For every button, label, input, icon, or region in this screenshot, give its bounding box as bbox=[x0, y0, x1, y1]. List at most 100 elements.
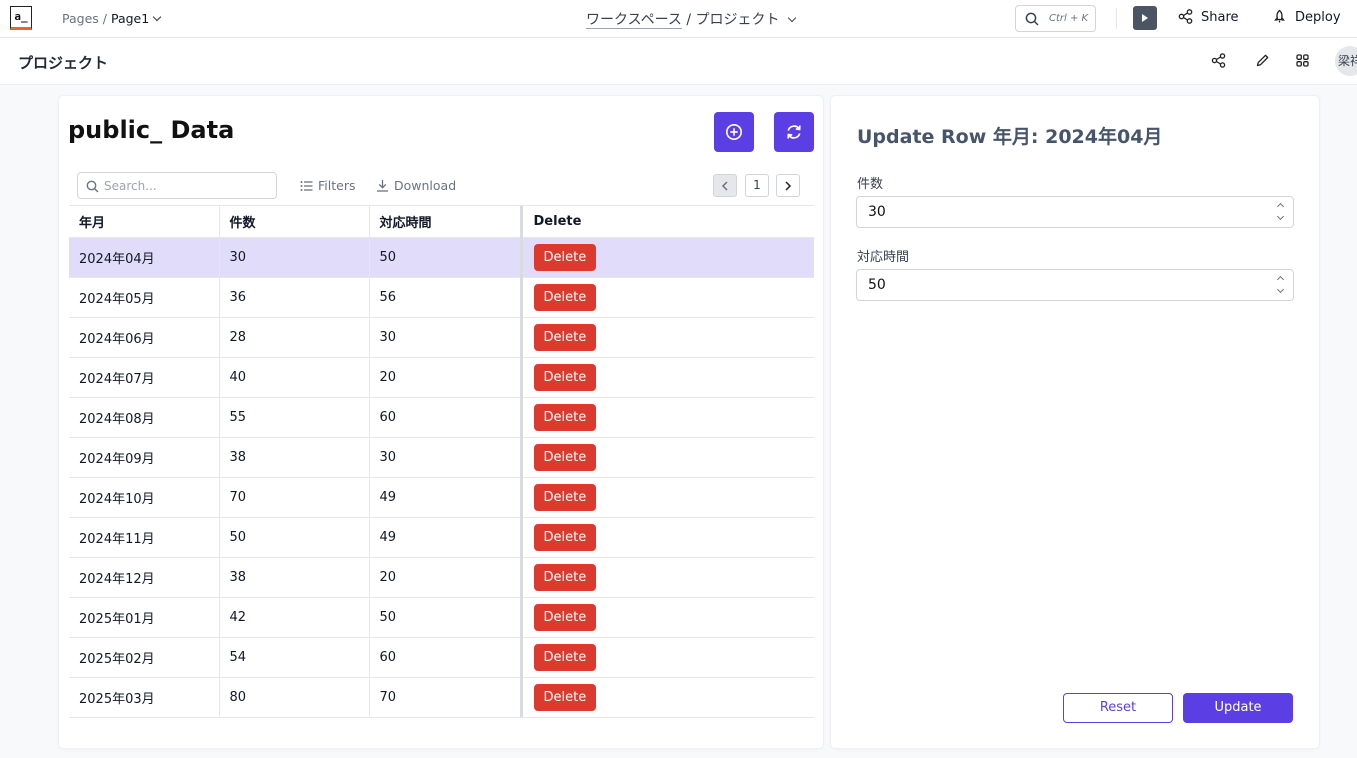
delete-row-button[interactable]: Delete bbox=[533, 643, 597, 671]
cell-time[interactable]: 50 bbox=[369, 597, 523, 638]
cell-month[interactable]: 2025年02月 bbox=[69, 637, 220, 678]
table-row[interactable]: 2025年02月 54 60 Delete bbox=[69, 637, 814, 678]
add-row-button[interactable] bbox=[714, 112, 754, 152]
project-name[interactable]: プロジェクト bbox=[696, 12, 780, 28]
download-button[interactable]: Download bbox=[376, 178, 456, 193]
update-button[interactable]: Update bbox=[1183, 693, 1293, 723]
cell-month[interactable]: 2024年10月 bbox=[69, 477, 220, 518]
cell-month[interactable]: 2025年01月 bbox=[69, 597, 220, 638]
chevron-up-icon[interactable] bbox=[1276, 275, 1285, 284]
cell-count[interactable]: 38 bbox=[219, 557, 370, 598]
workspace-separator: / bbox=[686, 12, 692, 28]
reset-button[interactable]: Reset bbox=[1063, 693, 1173, 723]
table-row[interactable]: 2024年08月 55 60 Delete bbox=[69, 397, 814, 438]
app-logo[interactable]: a_ bbox=[10, 6, 32, 30]
delete-row-button[interactable]: Delete bbox=[533, 403, 597, 431]
table-row[interactable]: 2024年05月 36 56 Delete bbox=[69, 277, 814, 318]
table-row[interactable]: 2024年09月 38 30 Delete bbox=[69, 437, 814, 478]
cell-time[interactable]: 50 bbox=[369, 237, 523, 278]
cell-count[interactable]: 80 bbox=[219, 677, 370, 718]
page-breadcrumb[interactable]: Pages / Page1 bbox=[62, 11, 162, 26]
cell-time[interactable]: 49 bbox=[369, 477, 523, 518]
table-row[interactable]: 2024年04月 30 50 Delete bbox=[69, 237, 814, 278]
cell-month[interactable]: 2024年05月 bbox=[69, 277, 220, 318]
time-stepper[interactable] bbox=[1276, 275, 1285, 294]
delete-row-button[interactable]: Delete bbox=[533, 563, 597, 591]
cell-time[interactable]: 60 bbox=[369, 397, 523, 438]
apps-grid-icon[interactable] bbox=[1295, 53, 1310, 68]
table-row[interactable]: 2025年03月 80 70 Delete bbox=[69, 677, 814, 718]
table-row[interactable]: 2024年11月 50 49 Delete bbox=[69, 517, 814, 558]
page-number[interactable]: 1 bbox=[745, 174, 769, 197]
cell-month[interactable]: 2024年07月 bbox=[69, 357, 220, 398]
chevron-down-icon bbox=[152, 12, 162, 22]
cell-count[interactable]: 28 bbox=[219, 317, 370, 358]
cell-month[interactable]: 2024年06月 bbox=[69, 317, 220, 358]
breadcrumb-pages[interactable]: Pages bbox=[62, 11, 99, 26]
cell-month[interactable]: 2024年09月 bbox=[69, 437, 220, 478]
cell-count[interactable]: 30 bbox=[219, 237, 370, 278]
chevron-down-icon[interactable] bbox=[1276, 212, 1285, 221]
deploy-button[interactable]: Deploy bbox=[1272, 9, 1341, 25]
cell-time[interactable]: 56 bbox=[369, 277, 523, 318]
time-number-input[interactable]: 50 bbox=[856, 269, 1294, 301]
delete-row-button[interactable]: Delete bbox=[533, 683, 597, 711]
share-icon[interactable] bbox=[1211, 53, 1226, 68]
column-header-count[interactable]: 件数 bbox=[219, 206, 370, 238]
workspace-name[interactable]: ワークスペース bbox=[586, 12, 682, 29]
delete-row-button[interactable]: Delete bbox=[533, 523, 597, 551]
cell-time[interactable]: 49 bbox=[369, 517, 523, 558]
preview-play-button[interactable] bbox=[1133, 6, 1157, 30]
cell-count[interactable]: 36 bbox=[219, 277, 370, 318]
delete-row-button[interactable]: Delete bbox=[533, 363, 597, 391]
cell-month[interactable]: 2024年12月 bbox=[69, 557, 220, 598]
cell-month[interactable]: 2024年11月 bbox=[69, 517, 220, 558]
table-row[interactable]: 2024年10月 70 49 Delete bbox=[69, 477, 814, 518]
column-header-time[interactable]: 対応時間 bbox=[369, 206, 523, 238]
cell-time[interactable]: 20 bbox=[369, 357, 523, 398]
edit-pencil-icon[interactable] bbox=[1255, 53, 1270, 68]
count-number-input[interactable]: 30 bbox=[856, 196, 1294, 228]
delete-row-button[interactable]: Delete bbox=[533, 603, 597, 631]
column-header-delete[interactable]: Delete bbox=[521, 206, 814, 238]
chevron-down-icon[interactable] bbox=[1276, 285, 1285, 294]
cell-count[interactable]: 40 bbox=[219, 357, 370, 398]
prev-page-button[interactable] bbox=[713, 174, 737, 197]
table-search[interactable] bbox=[77, 172, 277, 199]
delete-row-button[interactable]: Delete bbox=[533, 283, 597, 311]
column-header-month[interactable]: 年月 bbox=[69, 206, 220, 238]
refresh-button[interactable] bbox=[774, 112, 814, 152]
workspace-selector[interactable]: ワークスペース / プロジェクト bbox=[586, 9, 796, 29]
table-row[interactable]: 2024年07月 40 20 Delete bbox=[69, 357, 814, 398]
cell-month[interactable]: 2025年03月 bbox=[69, 677, 220, 718]
cell-month[interactable]: 2024年08月 bbox=[69, 397, 220, 438]
table-row[interactable]: 2024年12月 38 20 Delete bbox=[69, 557, 814, 598]
share-button[interactable]: Share bbox=[1178, 9, 1239, 25]
cell-count[interactable]: 55 bbox=[219, 397, 370, 438]
delete-row-button[interactable]: Delete bbox=[533, 323, 597, 351]
table-row[interactable]: 2024年06月 28 30 Delete bbox=[69, 317, 814, 358]
cell-time[interactable]: 60 bbox=[369, 637, 523, 678]
cell-count[interactable]: 38 bbox=[219, 437, 370, 478]
delete-row-button[interactable]: Delete bbox=[533, 443, 597, 471]
chevron-up-icon[interactable] bbox=[1276, 202, 1285, 211]
cell-time[interactable]: 70 bbox=[369, 677, 523, 718]
delete-row-button[interactable]: Delete bbox=[533, 483, 597, 511]
table-row[interactable]: 2025年01月 42 50 Delete bbox=[69, 597, 814, 638]
search-input[interactable] bbox=[104, 176, 269, 195]
delete-row-button[interactable]: Delete bbox=[533, 243, 597, 271]
cell-time[interactable]: 30 bbox=[369, 437, 523, 478]
user-avatar[interactable]: 梁祥 bbox=[1335, 46, 1357, 76]
filters-button[interactable]: Filters bbox=[300, 178, 355, 193]
count-stepper[interactable] bbox=[1276, 202, 1285, 221]
breadcrumb-page[interactable]: Page1 bbox=[111, 11, 149, 26]
command-search-button[interactable]: Ctrl + K bbox=[1015, 5, 1096, 32]
cell-count[interactable]: 54 bbox=[219, 637, 370, 678]
cell-time[interactable]: 20 bbox=[369, 557, 523, 598]
cell-month[interactable]: 2024年04月 bbox=[69, 237, 220, 278]
cell-count[interactable]: 42 bbox=[219, 597, 370, 638]
next-page-button[interactable] bbox=[776, 174, 800, 197]
cell-time[interactable]: 30 bbox=[369, 317, 523, 358]
cell-count[interactable]: 50 bbox=[219, 517, 370, 558]
cell-count[interactable]: 70 bbox=[219, 477, 370, 518]
